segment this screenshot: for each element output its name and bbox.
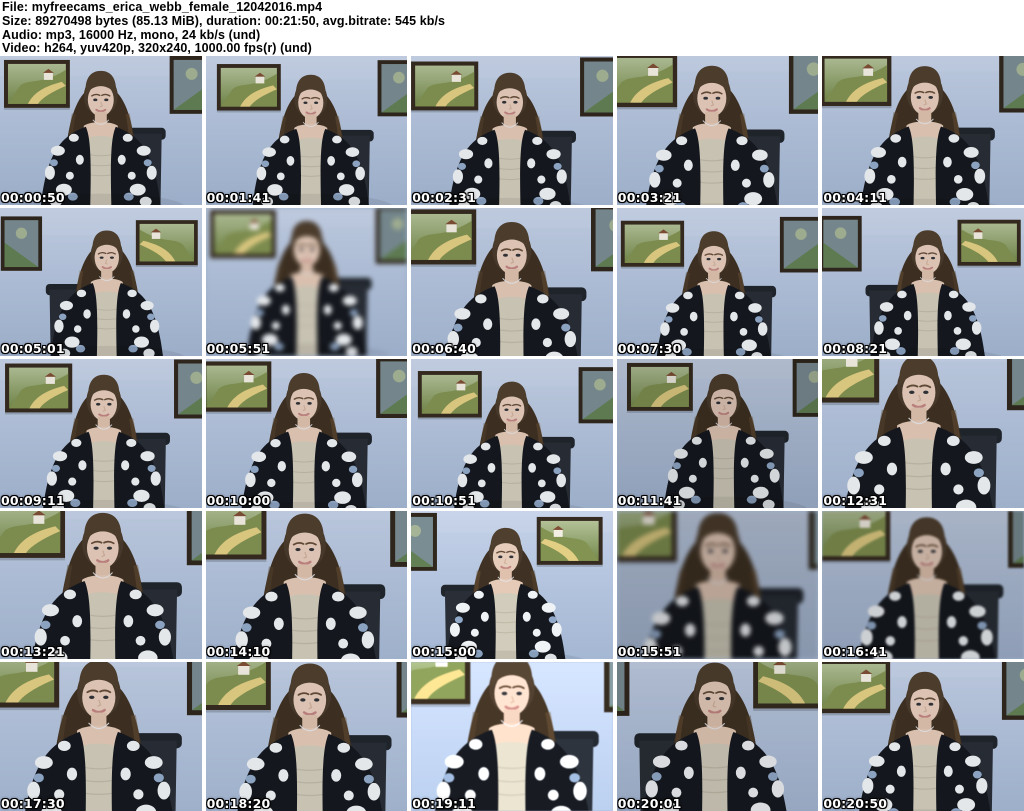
video-thumbnail: 00:08:21 [822, 207, 1024, 357]
video-thumbnail: 00:03:21 [616, 56, 819, 205]
timestamp-overlay: 00:12:31 [823, 492, 888, 508]
timestamp-overlay: 00:17:30 [1, 795, 65, 811]
webcam-frame-image [822, 662, 1024, 811]
video-thumbnail: 00:01:41 [205, 56, 408, 205]
video-thumbnail: 00:10:00 [205, 359, 408, 508]
timestamp-overlay: 00:10:51 [412, 492, 476, 508]
webcam-frame-image [0, 359, 202, 508]
webcam-frame-image [411, 208, 613, 357]
video-thumbnail: 00:02:31 [411, 56, 613, 205]
webcam-frame-image [206, 662, 408, 811]
video-thumbnail: 00:11:41 [616, 359, 819, 508]
webcam-frame-image [617, 56, 819, 205]
video-thumbnail: 00:14:10 [205, 510, 408, 660]
webcam-frame-image [0, 662, 202, 811]
timestamp-overlay: 00:01:41 [206, 189, 271, 205]
timestamp-overlay: 00:10:00 [206, 492, 271, 508]
webcam-frame-image [205, 207, 408, 357]
timestamp-overlay: 00:11:41 [617, 492, 682, 508]
file-size-line: Size: 89270498 bytes (85.13 MiB), durati… [2, 13, 446, 28]
webcam-frame-image [616, 207, 819, 357]
thumbnail-grid: 00:00:50 00:01:41 00:02:31 00:03:21 00:0… [0, 56, 1024, 811]
webcam-frame-image [617, 662, 819, 811]
video-thumbnail: 00:12:31 [822, 359, 1024, 508]
video-thumbnail: 00:17:30 [0, 662, 202, 811]
timestamp-overlay: 00:02:31 [412, 189, 476, 205]
video-thumbnail: 00:19:11 [411, 662, 613, 811]
webcam-frame-image [822, 207, 1024, 357]
file-info-header: File: myfreecams_erica_webb_female_12042… [0, 0, 1024, 56]
webcam-frame-image [616, 359, 819, 508]
webcam-frame-image [822, 56, 1024, 205]
timestamp-overlay: 00:00:50 [1, 189, 65, 205]
timestamp-overlay: 00:05:01 [1, 341, 65, 357]
timestamp-overlay: 00:13:21 [1, 644, 65, 660]
video-thumbnail: 00:18:20 [205, 662, 408, 811]
video-thumbnail: 00:13:21 [0, 510, 202, 660]
video-thumbnail: 00:20:50 [822, 662, 1024, 811]
video-thumbnail: 00:05:01 [0, 207, 202, 357]
webcam-frame-image [206, 511, 408, 660]
webcam-frame-image [411, 56, 613, 205]
video-thumbnail: 00:10:51 [411, 359, 613, 508]
timestamp-overlay: 00:09:11 [1, 492, 65, 508]
video-thumbnail: 00:16:41 [822, 510, 1024, 660]
timestamp-overlay: 00:05:51 [206, 341, 271, 357]
webcam-frame-image [206, 359, 408, 508]
video-thumbnail: 00:06:40 [411, 207, 613, 357]
video-thumbnail: 00:04:11 [822, 56, 1024, 205]
timestamp-overlay: 00:07:30 [617, 341, 682, 357]
timestamp-overlay: 00:06:40 [412, 341, 476, 357]
timestamp-overlay: 00:03:21 [617, 189, 682, 205]
video-contact-sheet: File: myfreecams_erica_webb_female_12042… [0, 0, 1024, 811]
timestamp-overlay: 00:19:11 [412, 795, 476, 811]
timestamp-overlay: 00:14:10 [206, 644, 271, 660]
webcam-frame-image [822, 359, 1024, 508]
timestamp-overlay: 00:20:50 [823, 795, 888, 811]
webcam-frame-image [822, 511, 1024, 660]
video-thumbnail: 00:09:11 [0, 359, 202, 508]
video-thumbnail: 00:00:50 [0, 56, 202, 205]
timestamp-overlay: 00:15:51 [617, 644, 682, 660]
webcam-frame-image [411, 662, 613, 811]
timestamp-overlay: 00:16:41 [823, 644, 888, 660]
webcam-frame-image [0, 207, 202, 357]
file-name-line: File: myfreecams_erica_webb_female_12042… [2, 0, 323, 14]
webcam-frame-image [0, 56, 202, 205]
webcam-frame-image [617, 511, 819, 660]
video-thumbnail: 00:15:51 [616, 510, 819, 660]
webcam-frame-image [411, 510, 613, 660]
timestamp-overlay: 00:20:01 [617, 795, 682, 811]
video-thumbnail: 00:20:01 [616, 662, 819, 811]
video-thumbnail: 00:07:30 [616, 207, 819, 357]
audio-info-line: Audio: mp3, 16000 Hz, mono, 24 kb/s (und… [2, 27, 261, 42]
timestamp-overlay: 00:15:00 [412, 644, 476, 660]
timestamp-overlay: 00:18:20 [206, 795, 271, 811]
video-thumbnail: 00:15:00 [411, 510, 613, 660]
video-thumbnail: 00:05:51 [205, 207, 408, 357]
video-info-line: Video: h264, yuv420p, 320x240, 1000.00 f… [2, 41, 312, 56]
timestamp-overlay: 00:04:11 [823, 189, 888, 205]
webcam-frame-image [0, 511, 202, 660]
timestamp-overlay: 00:08:21 [823, 341, 888, 357]
webcam-frame-image [411, 359, 613, 508]
webcam-frame-image [205, 56, 408, 205]
